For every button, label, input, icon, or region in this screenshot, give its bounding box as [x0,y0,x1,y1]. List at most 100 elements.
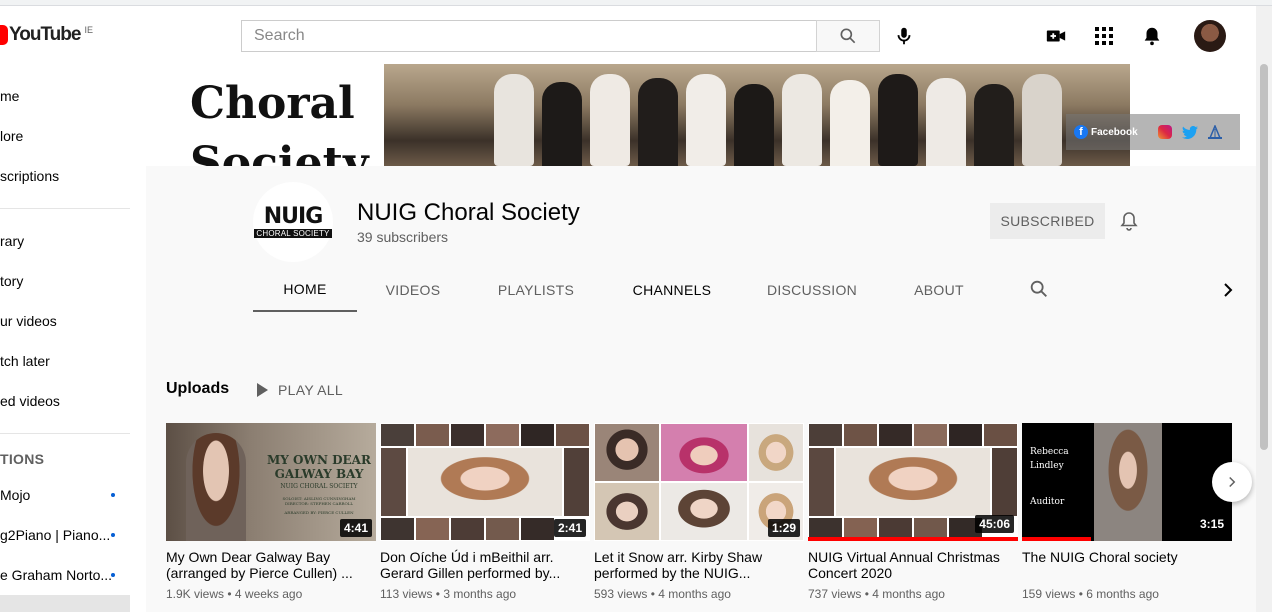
tab-playlists[interactable]: PLAYLISTS [485,268,587,312]
tab-videos[interactable]: VIDEOS [373,268,453,312]
video-title[interactable]: My Own Dear Galway Bay (arranged by Pier… [166,549,376,581]
video-card[interactable]: MY OWN DEAR GALWAY BAY NUIG CHORAL SOCIE… [166,423,376,601]
video-duration: 2:41 [553,519,586,537]
video-thumbnail[interactable]: 45:06 [808,423,1018,541]
sidebar-item-subscriptions[interactable]: scriptions [0,156,146,196]
video-card[interactable]: 45:06 NUIG Virtual Annual Christmas Conc… [808,423,1018,601]
video-title[interactable]: NUIG Virtual Annual Christmas Concert 20… [808,549,1018,581]
sidebar-item-watch-later[interactable]: tch later [0,341,146,381]
account-avatar[interactable] [1194,20,1226,52]
sidebar-item-label: me [0,88,20,104]
video-title[interactable]: Let it Snow arr. Kirby Shaw performed by… [594,549,804,581]
thumb-credit: DIRECTOR: STEPHEN CARROLL [284,501,354,506]
grid-face [415,517,450,541]
banner-social-links: f Facebook [1066,114,1240,150]
sidebar-subscription-item[interactable]: Mojo [0,475,146,515]
grid-face [991,447,1018,517]
sidebar-item-label: ur videos [0,313,57,329]
uploads-shelf-title[interactable]: Uploads [166,380,229,398]
play-icon [257,383,268,397]
sidebar-item-liked-videos[interactable]: ed videos [0,381,146,421]
website-icon[interactable] [1207,124,1222,139]
sidebar-item-label: tch later [0,353,50,369]
video-card[interactable]: Rebecca Lindley Auditor 3:15 The NUIG Ch… [1022,423,1232,601]
banner-figure [542,82,582,166]
sidebar-item-home[interactable]: me [0,76,146,116]
grid-face [660,482,748,541]
voice-search-button[interactable] [888,20,920,52]
banner-word-society: Society [190,138,369,166]
banner-word-choral: Choral [190,78,355,129]
channel-header: NUIG CHORAL SOCIETY NUIG Choral Society … [146,166,1256,314]
search-button[interactable] [816,20,880,52]
tab-home[interactable]: HOME [253,268,357,312]
channel-name: NUIG Choral Society [357,199,580,226]
video-title[interactable]: Don Oíche Úd i mBeithil arr. Gerard Gill… [380,549,590,581]
twitter-icon[interactable] [1181,125,1198,139]
video-thumbnail[interactable]: Rebecca Lindley Auditor 3:15 [1022,423,1232,541]
channel-avatar[interactable]: NUIG CHORAL SOCIETY [253,182,333,262]
watched-progress-bar [808,537,1018,541]
page-scrollbar[interactable] [1256,6,1272,612]
grid-face [878,423,913,447]
subscribed-button[interactable]: SUBSCRIBED [990,203,1105,239]
sidebar-item-label: lore [0,128,24,144]
tab-about[interactable]: ABOUT [903,268,975,312]
apps-grid-icon [1095,27,1113,45]
video-meta: 737 views • 4 months ago [808,587,945,601]
sidebar-subscription-item[interactable]: e Graham Norto... [0,555,146,595]
singer-figure [835,447,991,517]
video-card[interactable]: 1:29 Let it Snow arr. Kirby Shaw perform… [594,423,804,601]
video-title[interactable]: The NUIG Choral society [1022,549,1232,581]
apps-button[interactable] [1089,21,1119,51]
grid-face [485,517,520,541]
new-content-dot [111,573,115,577]
video-card[interactable]: 2:41 Don Oíche Úd i mBeithil arr. Gerard… [380,423,590,601]
shelf-next-button[interactable] [1212,462,1252,502]
youtube-logo[interactable]: YouTube IE [0,24,93,46]
thumb-caption-line: Lindley [1030,461,1064,471]
instagram-icon[interactable] [1157,125,1172,139]
play-all-button[interactable]: PLAY ALL [254,378,343,402]
video-duration: 4:41 [339,519,372,537]
notification-bell-button[interactable] [1117,209,1141,233]
video-meta: 113 views • 3 months ago [380,587,517,601]
sidebar-item-library[interactable]: rary [0,221,146,261]
singer-figure [186,433,246,541]
subscription-label: e Graham Norto... [0,567,113,583]
new-content-dot [111,493,115,497]
search-icon [1030,280,1047,297]
scrollbar-thumb[interactable] [1260,64,1268,450]
logo-text: YouTube [9,24,81,45]
banner-figure [638,78,678,166]
grid-face [808,423,843,447]
sidebar-item-your-videos[interactable]: ur videos [0,301,146,341]
sidebar-item-history[interactable]: tory [0,261,146,301]
banner-figure [974,84,1014,166]
channel-search-button[interactable] [1028,278,1052,302]
search-input[interactable]: Search [241,20,817,52]
tab-discussion[interactable]: DISCUSSION [757,268,867,312]
microphone-icon [897,27,911,45]
sidebar-item-label: rary [0,233,25,249]
tabs-scroll-right-button[interactable] [1216,278,1240,302]
banner-figure [494,74,534,166]
notifications-button[interactable] [1137,21,1167,51]
video-meta: 1.9K views • 4 weeks ago [166,587,303,601]
sidebar-divider [0,208,130,209]
sidebar-item-explore[interactable]: lore [0,116,146,156]
sidebar-subscription-item[interactable]: g2Piano | Piano... [0,515,146,555]
grid-face [748,423,804,482]
video-thumbnail[interactable]: 1:29 [594,423,804,541]
video-meta: 593 views • 4 months ago [594,587,731,601]
tab-channels[interactable]: CHANNELS [621,268,723,312]
sidebar-divider [0,433,130,434]
facebook-link[interactable]: f Facebook [1074,125,1138,139]
grid-face [380,423,415,447]
create-video-button[interactable] [1041,21,1071,51]
sidebar-item-highlight[interactable] [0,595,130,612]
video-thumbnail[interactable]: MY OWN DEAR GALWAY BAY NUIG CHORAL SOCIE… [166,423,376,541]
grid-face [555,423,590,447]
video-thumbnail[interactable]: 2:41 [380,423,590,541]
youtube-play-icon [0,25,8,45]
